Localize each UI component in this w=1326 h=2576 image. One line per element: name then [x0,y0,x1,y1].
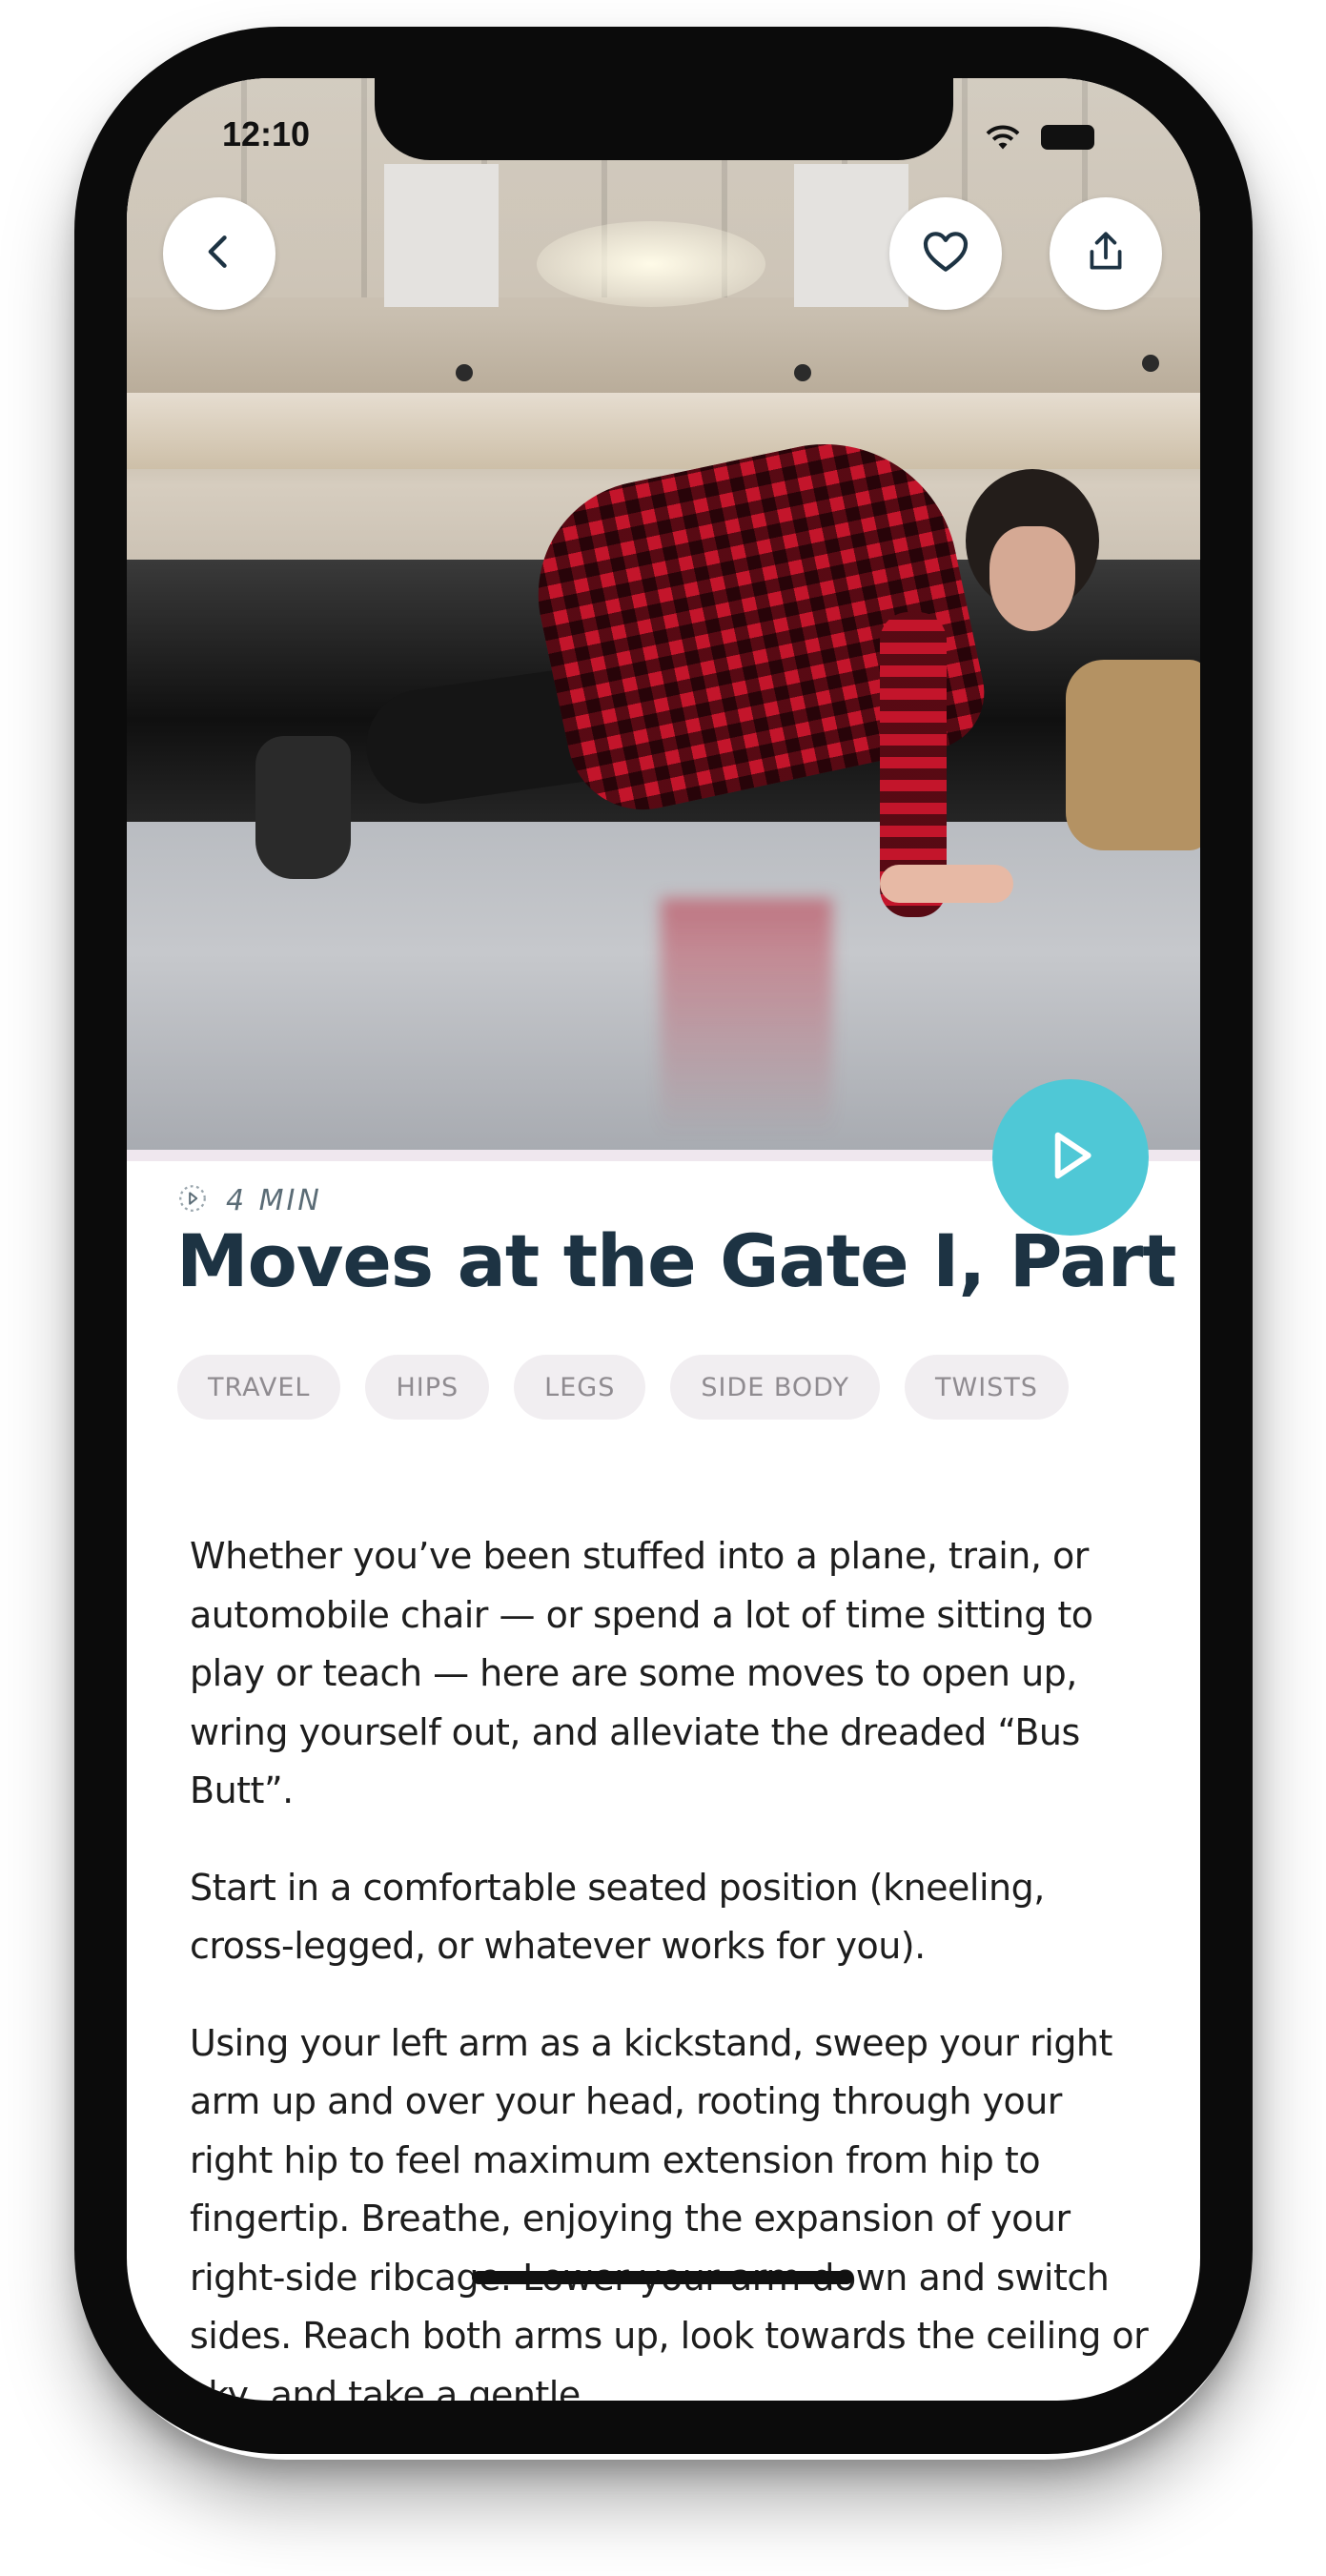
status-time: 12:10 [222,114,311,153]
heart-icon [919,225,972,282]
video-title: Moves at the Gate I, Part 1 [176,1218,1200,1303]
play-button[interactable] [992,1079,1149,1236]
tag-chip[interactable]: SIDE BODY [670,1355,880,1420]
tag-list: TRAVEL HIPS LEGS SIDE BODY TWISTS [177,1355,1069,1420]
favorite-button[interactable] [889,197,1002,310]
duration-label: 4 MIN [226,1183,322,1217]
duration-row: 4 MIN [176,1182,322,1218]
app-screen: 4 MIN Moves at the Gate I, Part 1 TRAVEL… [127,78,1200,2401]
description-paragraph: Using your left arm as a kickstand, swee… [190,2021,1149,2402]
tag-chip[interactable]: HIPS [365,1355,490,1420]
description-paragraph: Whether you’ve been stuffed into a plane… [190,1535,1093,1811]
description-paragraph: Start in a comfortable seated position (… [190,1866,1045,1968]
home-indicator[interactable] [472,2271,853,2284]
status-icons [982,122,1094,153]
tag-chip[interactable]: LEGS [514,1355,646,1420]
back-button[interactable] [163,197,275,310]
share-icon [1082,228,1130,279]
share-button[interactable] [1050,197,1162,310]
tag-chip[interactable]: TRAVEL [177,1355,341,1420]
chevron-left-icon [198,231,240,276]
play-icon [1040,1125,1101,1190]
video-thumbnail[interactable] [127,78,1200,1150]
wifi-icon [982,122,1024,153]
description: Whether you’ve been stuffed into a plane… [190,1527,1153,2401]
phone-notch [375,78,953,160]
timer-icon [176,1182,209,1218]
battery-icon [1041,125,1094,150]
tag-chip[interactable]: TWISTS [905,1355,1069,1420]
